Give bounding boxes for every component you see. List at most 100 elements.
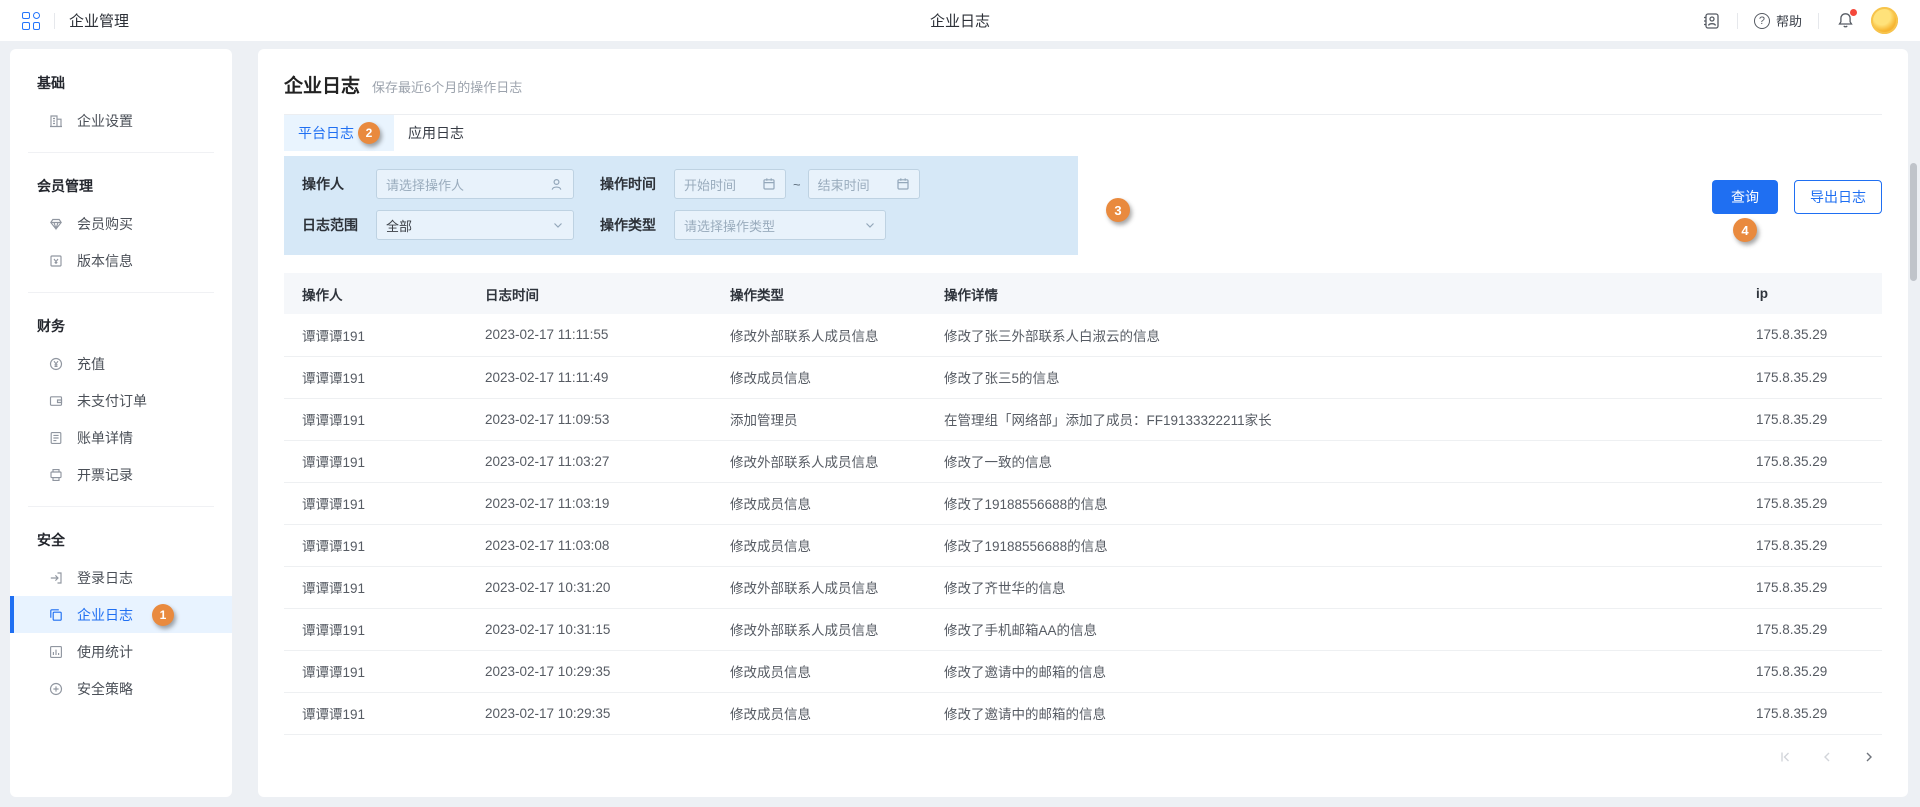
user-avatar[interactable] [1871,7,1898,34]
sidebar-item-label: 账单详情 [77,428,133,448]
table-row: 谭谭谭191 2023-02-17 10:29:35 修改成员信息 修改了邀请中… [284,650,1882,692]
annotation-badge-2: 2 [358,122,380,144]
sidebar-item-label: 安全策略 [77,679,133,699]
cell-log-time: 2023-02-17 10:31:15 [467,608,712,650]
col-log-time: 日志时间 [467,273,712,314]
cell-operation-type: 修改外部联系人成员信息 [712,314,926,356]
sidebar-item-invoice-records[interactable]: 开票记录 [10,456,232,493]
range-separator: ~ [793,177,801,192]
col-ip: ip [1738,273,1882,314]
calendar-icon [762,177,776,191]
invoice-icon [48,467,64,483]
col-operation-detail: 操作详情 [926,273,1738,314]
notification-bell-icon[interactable] [1835,11,1855,31]
chevron-down-icon [864,219,876,231]
export-log-button[interactable]: 导出日志 [1794,180,1882,214]
first-page-icon[interactable] [1777,750,1792,765]
start-time-placeholder: 开始时间 [684,175,736,194]
query-button[interactable]: 查询 4 [1712,180,1778,214]
cell-operation-detail: 修改了手机邮箱AA的信息 [926,608,1738,650]
sidebar-item-usage-stats[interactable]: 使用统计 [10,633,232,670]
cell-operator: 谭谭谭191 [284,314,467,356]
start-time-input[interactable]: 开始时间 [674,169,786,199]
operator-input[interactable]: 请选择操作人 [376,169,574,199]
building-icon [48,113,64,129]
scope-label: 日志范围 [302,215,376,235]
sidebar-item-recharge[interactable]: 充值 [10,345,232,382]
operation-type-select[interactable]: 请选择操作类型 [674,210,886,240]
query-button-label: 查询 [1731,189,1759,205]
sidebar-item-label: 版本信息 [77,251,133,271]
tab-app-log[interactable]: 应用日志 [394,115,478,151]
sidebar-item-login-log[interactable]: 登录日志 [10,559,232,596]
cell-log-time: 2023-02-17 11:03:27 [467,440,712,482]
annotation-badge-4: 4 [1733,218,1757,242]
main-panel: 企业日志 保存最近6个月的操作日志 平台日志 2 应用日志 操作人 请选择操作人 [258,49,1908,797]
app-title: 企业管理 [69,10,129,31]
bill-icon [48,430,64,446]
sidebar-item-label: 会员购买 [77,214,133,234]
next-page-icon[interactable] [1861,750,1876,765]
table-row: 谭谭谭191 2023-02-17 11:11:49 修改成员信息 修改了张三5… [284,356,1882,398]
cell-log-time: 2023-02-17 10:29:35 [467,692,712,734]
help-button[interactable]: ? 帮助 [1754,11,1802,30]
notification-dot [1850,9,1857,16]
calendar-icon [896,177,910,191]
end-time-input[interactable]: 结束时间 [808,169,920,199]
cell-operator: 谭谭谭191 [284,482,467,524]
contacts-icon[interactable] [1701,11,1721,31]
cell-operator: 谭谭谭191 [284,356,467,398]
cell-operation-type: 修改成员信息 [712,650,926,692]
table-row: 谭谭谭191 2023-02-17 11:03:19 修改成员信息 修改了191… [284,482,1882,524]
login-log-icon [48,570,64,586]
sidebar-item-label: 企业日志 [77,605,133,625]
help-icon: ? [1754,13,1770,29]
cell-ip: 175.8.35.29 [1738,650,1882,692]
cell-operation-detail: 修改了邀请中的邮箱的信息 [926,692,1738,734]
pagination [284,750,1882,765]
version-icon [48,253,64,269]
cell-operator: 谭谭谭191 [284,692,467,734]
cell-log-time: 2023-02-17 11:11:55 [467,314,712,356]
log-table-body: 谭谭谭191 2023-02-17 11:11:55 修改外部联系人成员信息 修… [284,314,1882,734]
sidebar-item-label: 使用统计 [77,642,133,662]
table-row: 谭谭谭191 2023-02-17 10:29:35 修改成员信息 修改了邀请中… [284,692,1882,734]
tab-platform-log[interactable]: 平台日志 2 [284,115,394,151]
operator-placeholder: 请选择操作人 [386,175,464,194]
sidebar-item-unpaid-orders[interactable]: 未支付订单 [10,382,232,419]
topbar-divider [1737,13,1738,29]
log-scope-select[interactable]: 全部 [376,210,574,240]
cell-operator: 谭谭谭191 [284,524,467,566]
sidebar-item-enterprise-log[interactable]: 企业日志 1 [10,596,232,633]
apps-grid-icon[interactable] [22,12,40,30]
sidebar-item-version-info[interactable]: 版本信息 [10,242,232,279]
enterprise-log-icon [48,607,64,623]
operator-label: 操作人 [302,174,376,194]
cell-operator: 谭谭谭191 [284,398,467,440]
page-header: 企业日志 保存最近6个月的操作日志 [284,69,1882,115]
cell-operation-detail: 修改了张三5的信息 [926,356,1738,398]
table-row: 谭谭谭191 2023-02-17 10:31:20 修改外部联系人成员信息 修… [284,566,1882,608]
sidebar-section-basic: 基础 [10,63,232,102]
sidebar-item-member-purchase[interactable]: 会员购买 [10,205,232,242]
cell-ip: 175.8.35.29 [1738,524,1882,566]
cell-ip: 175.8.35.29 [1738,314,1882,356]
window-scrollbar[interactable] [1910,163,1917,281]
recharge-icon [48,356,64,372]
sidebar-item-bill-details[interactable]: 账单详情 [10,419,232,456]
sidebar-divider [28,506,214,507]
cell-operator: 谭谭谭191 [284,608,467,650]
cell-operation-type: 修改成员信息 [712,692,926,734]
cell-operation-type: 添加管理员 [712,398,926,440]
table-row: 谭谭谭191 2023-02-17 11:03:08 修改成员信息 修改了191… [284,524,1882,566]
sidebar-item-security-policy[interactable]: 安全策略 [10,670,232,707]
cell-ip: 175.8.35.29 [1738,692,1882,734]
type-placeholder: 请选择操作类型 [684,216,775,235]
log-table: 操作人 日志时间 操作类型 操作详情 ip 谭谭谭191 2023-02-17 … [284,273,1882,735]
cell-operator: 谭谭谭191 [284,650,467,692]
sidebar-item-enterprise-settings[interactable]: 企业设置 [10,102,232,139]
prev-page-icon[interactable] [1819,750,1834,765]
cell-operation-detail: 修改了张三外部联系人白淑云的信息 [926,314,1738,356]
action-buttons: 查询 4 导出日志 [1712,180,1882,214]
wallet-icon [48,393,64,409]
